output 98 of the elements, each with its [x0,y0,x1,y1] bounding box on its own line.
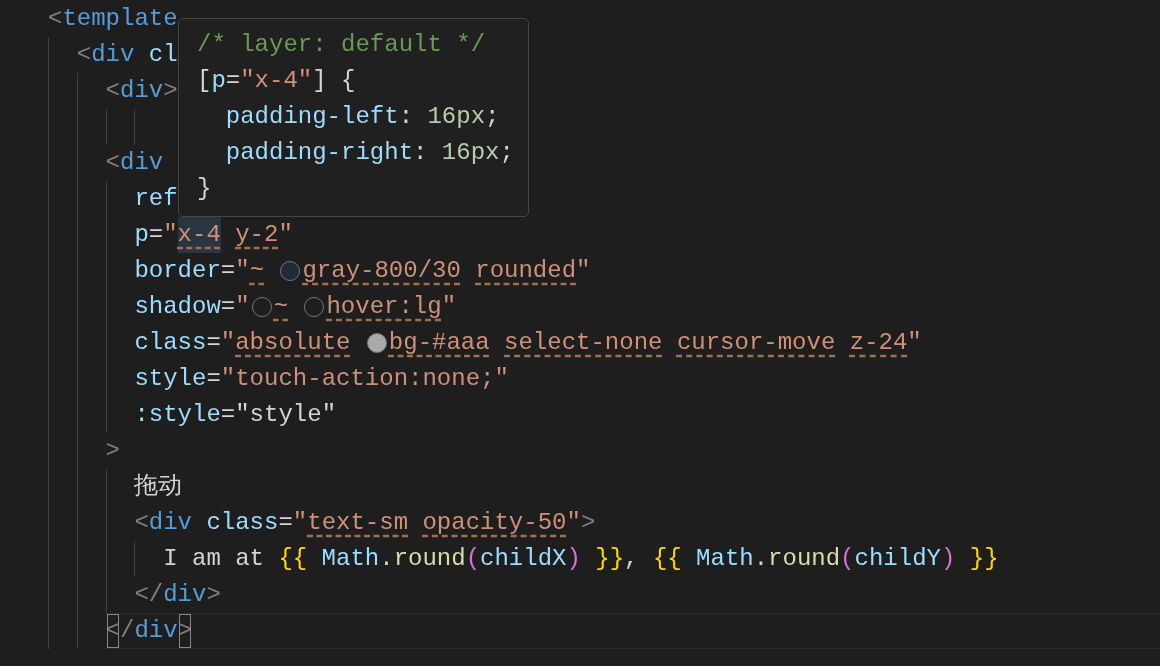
code-token: padding-left [225,102,399,132]
code-token: round [393,544,466,574]
code-token: , [624,544,639,574]
code-token: ref [134,184,178,214]
code-token: div [120,76,164,106]
color-swatch-icon[interactable] [251,297,272,317]
code-token: " [441,292,457,322]
code-token: " [566,508,581,538]
code-token: ( [465,544,481,574]
code-token: opacity-50 [422,508,567,538]
code-token: text-sm [307,508,409,538]
code-token: y-2 [235,220,279,250]
code-token: = [206,328,221,358]
code-token: {{ [278,544,308,574]
code-token: x-4 [177,217,221,253]
code-token: > [163,76,178,106]
code-token: . [753,544,769,574]
code-token: 16px [441,138,500,168]
code-token: cl [148,40,178,70]
code-token: [ [197,66,212,96]
code-token: border [134,256,221,286]
code-token: div [91,40,135,70]
code-token: absolute [235,328,351,358]
code-token: : [398,102,414,132]
code-token: / [120,616,135,646]
code-token: 拖动 [134,472,183,502]
code-token: I am at [163,544,264,574]
code-token: div [148,508,192,538]
code-token: < [134,508,149,538]
code-token: " [220,328,236,358]
code-token: Math [696,544,754,574]
code-token: " [235,256,250,286]
code-token: Math [321,544,380,574]
code-token: hover:lg [326,292,442,322]
code-token: "x-4" [240,66,313,96]
code-token: childY [854,544,941,574]
code-token: ) [940,544,956,574]
code-token: > [206,580,221,610]
code-token: " [235,292,250,322]
code-token: " [163,220,178,250]
code-token: 16px [427,102,486,132]
code-token: bg-#aaa [388,328,490,358]
code-comment: /* layer: default */ [197,30,486,60]
code-token: shadow [134,292,221,322]
code-token: class [134,328,207,358]
code-token: ( [840,544,855,574]
code-token: cursor-move [676,328,836,358]
code-token: class [206,508,279,538]
code-token: < [48,4,63,34]
code-token: > [105,436,120,466]
code-token: " [907,328,922,358]
code-token: template [62,4,178,34]
color-swatch-icon[interactable] [366,333,387,353]
code-token: < [105,76,120,106]
code-token: . [379,544,394,574]
code-token: padding-right [225,138,414,168]
code-token: round [768,544,841,574]
code-token: rounded [475,256,577,286]
code-token: < [76,40,92,70]
code-token: childX [480,544,567,574]
code-token: } [197,174,212,204]
code-token: = [148,220,164,250]
code-token: : [413,138,428,168]
code-token: ) [566,544,581,574]
color-swatch-icon[interactable] [280,261,301,281]
code-token: p [211,66,226,96]
code-token: style [134,364,207,394]
code-token: select-none [504,328,663,358]
code-token: = [220,400,236,430]
code-token: < [105,148,120,178]
code-token: " [292,508,308,538]
code-token: ; [485,102,500,132]
code-token: {{ [652,544,682,574]
color-swatch-icon[interactable] [304,297,325,317]
code-token: z-24 [849,328,908,358]
code-token: " [576,256,591,286]
code-token: = [278,508,293,538]
code-token: p [134,220,149,250]
code-token: }} [969,544,999,574]
code-token: div [134,616,178,646]
code-token: ~ [249,256,265,286]
code-token: = [206,364,221,394]
code-token: = [220,292,236,322]
code-token: "touch-action:none;" [220,364,509,394]
code-token: "style" [235,400,337,430]
code-token: gray-800/30 [302,256,461,286]
code-token: div [120,148,164,178]
code-token: :style [134,400,221,430]
code-token: " [278,220,293,250]
code-token: ] { [312,66,356,96]
code-token: ; [499,138,514,168]
code-token: ~ [273,292,289,322]
code-token: = [220,256,236,286]
code-token: </ [134,580,164,610]
code-token: div [163,580,207,610]
code-token: > [580,508,596,538]
code-token: }} [595,544,625,574]
code-token: = [225,66,241,96]
